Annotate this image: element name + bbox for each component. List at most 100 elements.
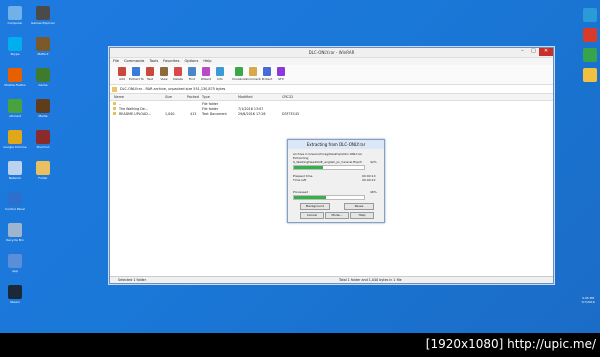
desktop-icon[interactable]: App	[0, 252, 30, 278]
desktop-icon[interactable]: Control Panel	[0, 190, 30, 216]
cell-crc: D3F7EC45	[282, 111, 300, 116]
toolbar-label: Wizard	[200, 77, 212, 81]
column-header-name[interactable]: Name	[114, 95, 124, 99]
desktop-icon-image	[8, 223, 22, 237]
background-button[interactable]: Background	[300, 203, 330, 210]
toolbar-comment-button[interactable]: Comment	[246, 65, 261, 84]
desktop-icon[interactable]: Mafia II	[28, 35, 58, 61]
desktop-icon-label: Media	[38, 115, 48, 118]
toolbar-sfx-button[interactable]: SFX	[275, 65, 287, 84]
toolbar-label: Protect	[261, 77, 273, 81]
column-header-size[interactable]: Size	[165, 95, 172, 99]
mode-button[interactable]: Mode...	[325, 212, 349, 219]
delete-icon	[174, 67, 182, 76]
desktop-icon-label: Google Chrome	[3, 146, 27, 149]
desktop-icon-label: App	[12, 270, 18, 273]
processed-percent: 46%	[370, 190, 377, 194]
desktop-icon-label: Network	[8, 177, 22, 180]
desktop-icon-image	[583, 48, 597, 62]
cancel-button[interactable]: Cancel	[300, 212, 324, 219]
desktop-icon[interactable]: Steam	[0, 283, 30, 309]
file-progress-bar	[293, 165, 365, 170]
maximize-button[interactable]: □	[528, 48, 539, 56]
desktop-icon[interactable]: Shortcut	[28, 128, 58, 154]
pause-button[interactable]: Pause	[344, 203, 374, 210]
toolbar-label: Comment	[246, 77, 261, 81]
desktop-icon[interactable]: Games Explorer	[28, 4, 58, 30]
toolbar-info-button[interactable]: Info	[214, 65, 226, 84]
desktop-icon-image	[36, 161, 50, 175]
desktop-icon[interactable]: uTorrent	[0, 97, 30, 123]
up-folder-icon[interactable]	[112, 86, 117, 92]
protect-icon	[263, 67, 271, 76]
toolbar-label: Delete	[173, 77, 183, 81]
desktop-icon-image	[36, 68, 50, 82]
cell-size: 1,040	[165, 111, 175, 116]
desktop-icon[interactable]: Computer	[0, 4, 30, 30]
table-row[interactable]: README-UPLOAD... 1,040 413 Text Document 29/…	[110, 111, 553, 116]
toolbar-label: Info	[217, 77, 223, 81]
clock[interactable]: 4:45 PM 7/7/2016	[578, 296, 598, 304]
menu-item-commands[interactable]: Commands	[124, 58, 144, 65]
toolbar-view-button[interactable]: View	[158, 65, 170, 84]
desktop-icon[interactable]: Game	[28, 66, 58, 92]
toolbar-find-button[interactable]: Find	[186, 65, 198, 84]
cell-name: The Walking De...	[119, 106, 148, 111]
desktop-icon[interactable]: Recycle Bin	[0, 221, 30, 247]
cell-type: File folder	[202, 106, 219, 111]
desktop-icon[interactable]	[575, 66, 600, 92]
menu-item-tools[interactable]: Tools	[149, 58, 158, 65]
column-header-type[interactable]: Type	[202, 95, 210, 99]
clock-date: 7/7/2016	[581, 300, 595, 304]
desktop-icon-label: Game	[38, 84, 48, 87]
help-button[interactable]: Help	[350, 212, 374, 219]
toolbar-label: SFX	[278, 77, 284, 81]
toolbar-add-button[interactable]: Add	[116, 65, 128, 84]
wizard-icon	[202, 67, 210, 76]
menu-item-favorites[interactable]: Favorites	[163, 58, 179, 65]
dialog-title[interactable]: Extracting from DLC-ONLY.rar	[288, 140, 384, 149]
file-progress-fill	[294, 166, 324, 169]
cell-name: README-UPLOAD...	[119, 111, 151, 116]
toolbar-virusscan-button[interactable]: VirusScan	[232, 65, 247, 84]
column-header-packed[interactable]: Packed	[187, 95, 199, 99]
menu-item-help[interactable]: Help	[203, 58, 211, 65]
toolbar-label: Add	[119, 77, 125, 81]
desktop-icon-label: Steam	[10, 301, 20, 304]
processed-label: Processed	[293, 190, 309, 194]
toolbar-delete-button[interactable]: Delete	[172, 65, 184, 84]
desktop-icon[interactable]: Mozilla Firefox	[0, 66, 30, 92]
find-icon	[188, 67, 196, 76]
desktop-icon-label: Mozilla Firefox	[4, 84, 26, 87]
desktop-icon-label: Recycle Bin	[6, 239, 24, 242]
toolbar-label: VirusScan	[232, 77, 247, 81]
toolbar-wizard-button[interactable]: Wizard	[200, 65, 212, 84]
menu-item-file[interactable]: File	[113, 58, 119, 65]
desktop-icon-label: Shortcut	[36, 146, 50, 149]
column-header-modified[interactable]: Modified	[238, 95, 252, 99]
status-selection: Selected 1 folder	[118, 278, 147, 282]
time-left-label: Time left	[293, 178, 307, 182]
desktop-icon-label: Games Explorer	[31, 22, 55, 25]
desktop-icon[interactable]: Folder	[28, 159, 58, 185]
toolbar-label: Extract To	[129, 77, 144, 81]
desktop-icon[interactable]: Skype	[0, 35, 30, 61]
virusscan-icon	[235, 67, 243, 76]
toolbar-extract-to-button[interactable]: Extract To	[129, 65, 144, 84]
column-header-crc32[interactable]: CRC32	[282, 95, 293, 99]
toolbar-protect-button[interactable]: Protect	[261, 65, 273, 84]
minimize-button[interactable]: –	[517, 48, 528, 56]
address-bar: DLC-ONLY.rar - RAR archive, unpacked siz…	[110, 85, 553, 94]
desktop-icon[interactable]: Network	[0, 159, 30, 185]
processed-progress-fill	[294, 196, 327, 199]
desktop-icon[interactable]: Media	[28, 97, 58, 123]
desktop-icon-image	[8, 99, 22, 113]
desktop-icon-image	[8, 6, 22, 20]
toolbar-label: Find	[188, 77, 196, 81]
desktop-icon[interactable]: Google Chrome	[0, 128, 30, 154]
file-list: .. File folder The Walking De... File folde…	[110, 101, 553, 116]
menu-item-options[interactable]: Options	[184, 58, 198, 65]
toolbar-test-button[interactable]: Test	[144, 65, 156, 84]
title-bar[interactable]: DLC-ONLY.rar - WinRAR – □ ✕	[110, 48, 553, 58]
close-button[interactable]: ✕	[539, 48, 553, 56]
